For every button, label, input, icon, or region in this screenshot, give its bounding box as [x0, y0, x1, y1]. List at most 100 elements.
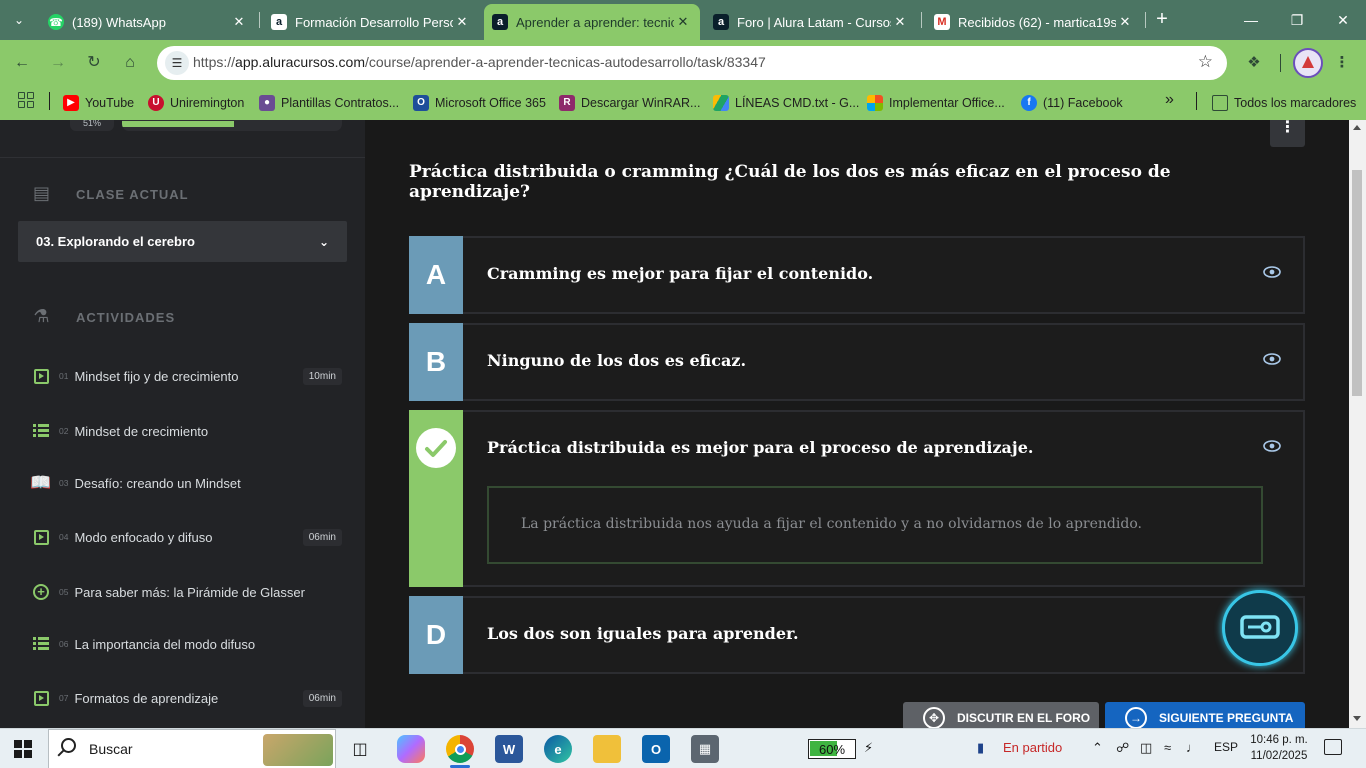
toolbar-separator [1280, 54, 1281, 72]
system-clock[interactable]: 10:46 p. m. 11/02/2025 [1248, 732, 1310, 764]
windows-taskbar: Buscar ◫ W e O ▦ 60% ⚡ ▮ En partido ⌃ ☍ … [0, 728, 1366, 768]
network-icon[interactable]: ◫ [1140, 740, 1152, 756]
eye-icon[interactable] [1263, 266, 1281, 278]
task-view-icon[interactable]: ◫ [346, 735, 374, 763]
activity-item-07[interactable]: 07 Formatos de aprendizaje 06min [32, 686, 342, 710]
wifi-icon[interactable]: ≈ [1164, 740, 1171, 755]
option-text: Ninguno de los dos es eficaz. [487, 351, 747, 370]
eye-icon[interactable] [1263, 353, 1281, 365]
tab-foro-alura[interactable]: a Foro | Alura Latam - Cursos o ✕ [705, 4, 917, 40]
close-icon[interactable]: ✕ [453, 14, 471, 30]
answer-option-b[interactable]: B Ninguno de los dos es eficaz. [409, 323, 1305, 401]
bookmark-implementar-office[interactable]: Implementar Office... [867, 93, 1005, 113]
answer-option-correct[interactable]: Práctica distribuida es mejor para el pr… [409, 410, 1305, 587]
discuss-forum-button[interactable]: ✥ DISCUTIR EN EL FORO [903, 702, 1099, 728]
new-tab-plus-icon[interactable]: + [1150, 8, 1174, 32]
site-info-icon[interactable]: ☰ [165, 51, 189, 75]
eye-icon[interactable] [1263, 440, 1281, 452]
option-correct-marker [409, 410, 463, 587]
option-text: Cramming es mejor para fijar el contenid… [487, 264, 874, 283]
address-bar[interactable]: ☰ https://app.aluracursos.com/course/apr… [157, 46, 1227, 80]
bookmark-plantillas[interactable]: ● Plantillas Contratos... [259, 93, 399, 113]
microsoft-icon [867, 95, 883, 111]
forward-arrow-icon[interactable]: → [44, 49, 72, 77]
alura-icon: a [492, 14, 508, 30]
activity-item-05[interactable]: + 05 Para saber más: la Pirámide de Glas… [32, 580, 342, 604]
bookmark-star-icon[interactable]: ☆ [1198, 52, 1213, 72]
outlook-icon[interactable]: O [642, 735, 670, 763]
battery-percent: 60% [819, 742, 846, 757]
edge-icon[interactable]: e [544, 735, 572, 763]
list-icon [32, 422, 50, 440]
tab-aprender-a-aprender[interactable]: a Aprender a aprender: tecnicas ✕ [484, 4, 700, 40]
bookmarks-separator [1196, 92, 1197, 110]
taskbar-search-box[interactable]: Buscar [48, 729, 336, 768]
bookmark-label: Plantillas Contratos... [281, 96, 400, 110]
tab-title: Aprender a aprender: tecnicas [516, 14, 674, 30]
reload-icon[interactable]: ↻ [80, 49, 108, 77]
chatbot-assistant-button[interactable] [1222, 590, 1298, 666]
apps-grid-icon[interactable] [18, 92, 34, 108]
activity-item-04[interactable]: 04 Modo enfocado y difuso 06min [32, 525, 342, 549]
scroll-down-arrow-icon[interactable] [1353, 716, 1361, 721]
current-class-dropdown[interactable]: 03. Explorando el cerebro ⌄ [18, 221, 347, 262]
page-scrollbar[interactable] [1349, 120, 1366, 728]
window-close-icon[interactable]: ✕ [1320, 0, 1366, 40]
volume-icon[interactable]: ♩ [1186, 740, 1199, 755]
chrome-icon[interactable] [446, 735, 474, 768]
battery-indicator[interactable]: 60% [808, 739, 856, 759]
minimize-icon[interactable]: — [1228, 0, 1274, 40]
url-text[interactable]: https://app.aluracursos.com/course/apren… [193, 54, 766, 70]
scroll-thumb[interactable] [1352, 170, 1362, 396]
device-icon[interactable]: ☍ [1116, 740, 1129, 756]
profile-avatar[interactable] [1293, 48, 1323, 78]
windows-start-icon[interactable] [14, 740, 32, 758]
search-placeholder: Buscar [89, 741, 133, 757]
back-arrow-icon[interactable]: ← [8, 49, 36, 77]
activity-item-06[interactable]: 06 La importancia del modo difuso [32, 632, 342, 656]
extensions-puzzle-icon[interactable]: ❖ [1242, 51, 1266, 75]
activity-number: 07 [59, 693, 69, 703]
calculator-icon[interactable]: ▦ [691, 735, 719, 763]
alura-icon: a [713, 14, 729, 30]
bookmark-youtube[interactable]: ▶ YouTube [63, 93, 134, 113]
answer-explanation: La práctica distribuida nos ayuda a fija… [487, 486, 1263, 564]
play-icon [32, 528, 50, 546]
answer-option-d[interactable]: D Los dos son iguales para aprender. [409, 596, 1305, 674]
activity-item-02[interactable]: 02 Mindset de crecimiento [32, 419, 342, 443]
game-status[interactable]: En partido [1003, 740, 1062, 755]
word-icon[interactable]: W [495, 735, 523, 763]
close-icon[interactable]: ✕ [674, 14, 692, 30]
scroll-up-arrow-icon[interactable] [1353, 125, 1361, 130]
answer-option-a[interactable]: A Cramming es mejor para fijar el conten… [409, 236, 1305, 314]
close-icon[interactable]: ✕ [1116, 14, 1134, 30]
copilot-icon[interactable] [397, 735, 425, 763]
file-explorer-icon[interactable] [593, 735, 621, 763]
activity-item-01[interactable]: 01 Mindset fijo y de crecimiento 10min [32, 364, 342, 388]
restore-icon[interactable]: ❐ [1274, 0, 1320, 40]
home-icon[interactable]: ⌂ [116, 49, 144, 77]
bookmark-winrar[interactable]: R Descargar WinRAR... [559, 93, 700, 113]
tab-formacion[interactable]: a Formación Desarrollo Personal ✕ [263, 4, 479, 40]
browser-menu-icon[interactable]: ⋮ [1330, 51, 1354, 75]
activity-item-03[interactable]: 📖 03 Desafío: creando un Mindset [30, 471, 342, 495]
quiz-question: Práctica distribuida o cramming ¿Cuál de… [409, 162, 1171, 202]
close-icon[interactable]: ✕ [230, 14, 248, 30]
bookmark-office365[interactable]: O Microsoft Office 365 [413, 93, 546, 113]
language-indicator[interactable]: ESP [1214, 740, 1238, 754]
tab-search-chevron-icon[interactable]: ⌄ [6, 8, 32, 32]
all-bookmarks-folder[interactable]: Todos los marcadores [1212, 93, 1356, 113]
notifications-icon[interactable] [1324, 739, 1342, 755]
tab-title: Foro | Alura Latam - Cursos o [737, 14, 891, 30]
activity-title: La importancia del modo difuso [74, 636, 256, 652]
close-icon[interactable]: ✕ [891, 14, 909, 30]
bookmark-lineas-cmd[interactable]: LÍNEAS CMD.txt - G... [713, 93, 859, 113]
tab-whatsapp[interactable]: ☎ (189) WhatsApp ✕ [40, 4, 256, 40]
bookmark-uniremington[interactable]: U Uniremington [148, 93, 244, 113]
more-options-icon[interactable]: ⋮ [1270, 120, 1305, 147]
bookmark-facebook[interactable]: f (11) Facebook [1021, 93, 1123, 113]
show-hidden-icons-chevron-icon[interactable]: ⌃ [1092, 740, 1103, 756]
tab-gmail[interactable]: M Recibidos (62) - martica19so ✕ [926, 4, 1142, 40]
more-bookmarks-chevron-icon[interactable]: » [1165, 91, 1174, 109]
next-question-button[interactable]: → SIGUIENTE PREGUNTA [1105, 702, 1305, 728]
